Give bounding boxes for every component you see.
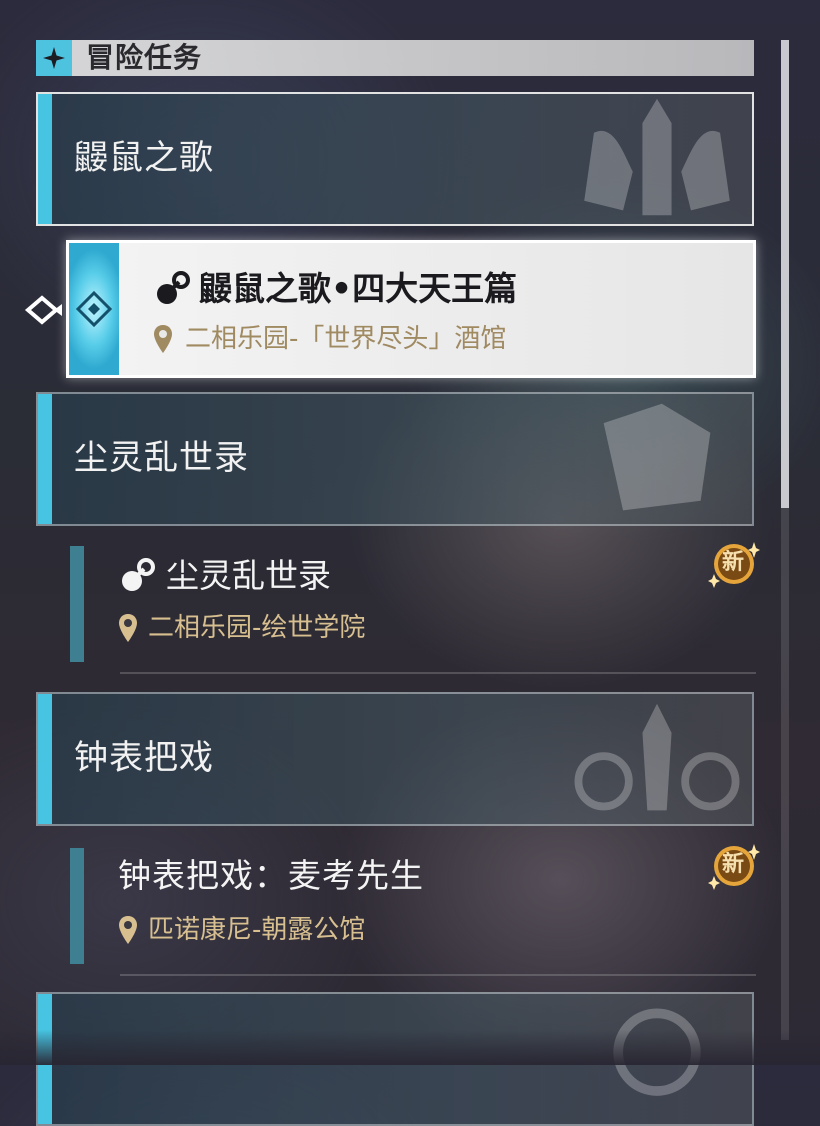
quest-accent-bar (70, 546, 84, 662)
category-accent-bar (38, 394, 52, 524)
category-header-dust-chronicle[interactable]: 尘灵乱世录 (36, 392, 754, 526)
divider (120, 672, 756, 674)
location-pin-icon (154, 325, 172, 353)
quest-accent-bar (70, 848, 84, 964)
diamond-icon (75, 290, 113, 328)
new-badge: 新 (708, 842, 760, 890)
active-quest-location-row: 二相乐园-「世界尽头」酒馆 (153, 323, 506, 355)
emblem-icon (603, 403, 711, 511)
category-accent-bar (38, 694, 52, 824)
emblem-icon (584, 98, 730, 216)
category-header-mole-song[interactable]: 鼹鼠之歌 (36, 92, 754, 226)
active-quest-card[interactable]: 鼹鼠之歌•四大天王篇 二相乐园-「世界尽头」酒馆 (66, 240, 756, 378)
quest-type-icon (122, 558, 155, 591)
active-quest-title-row: 鼹鼠之歌•四大天王篇 (153, 269, 517, 309)
badge-label: 新 (722, 852, 745, 877)
category-title: 钟表把戏 (74, 738, 214, 778)
location-pin-icon (119, 614, 137, 642)
category-header-clockwork-trick[interactable]: 钟表把戏 (36, 692, 754, 826)
list-fade-overlay (0, 1030, 820, 1065)
quest-location: 匹诺康尼-朝露公馆 (148, 915, 366, 945)
category-accent-bar (38, 94, 52, 224)
quest-item-clockwork-mccoy[interactable]: 钟表把戏：麦考先生 匹诺康尼-朝露公馆 新 (60, 834, 760, 976)
quest-title: 钟表把戏：麦考先生 (118, 856, 424, 895)
active-quest-location: 二相乐园-「世界尽头」酒馆 (185, 324, 507, 354)
selection-pointer-icon (24, 295, 62, 325)
quest-type-icon (157, 271, 190, 304)
quest-item-dust-chronicle[interactable]: 尘灵乱世录 二相乐园-绘世学院 新 (60, 532, 760, 674)
emblem-icon (574, 703, 740, 811)
category-title: 尘灵乱世录 (74, 438, 249, 478)
category-title: 鼹鼠之歌 (74, 138, 214, 178)
quest-location: 二相乐园-绘世学院 (148, 613, 366, 643)
section-title: 冒险任务 (86, 41, 203, 74)
quest-location-row: 二相乐园-绘世学院 (118, 612, 365, 644)
four-point-star-icon (36, 40, 72, 76)
quest-location-row: 匹诺康尼-朝露公馆 (118, 914, 365, 946)
divider (120, 974, 756, 976)
active-quest-title: 鼹鼠之歌•四大天王篇 (199, 269, 518, 308)
quest-title: 尘灵乱世录 (166, 556, 331, 595)
quest-title-row: 尘灵乱世录 (118, 556, 331, 596)
location-pin-icon (119, 916, 137, 944)
new-badge: 新 (708, 540, 760, 588)
scrollbar-thumb[interactable] (781, 40, 789, 508)
badge-label: 新 (722, 550, 745, 575)
section-header: 冒险任务 (36, 40, 754, 76)
quest-thumbnail (69, 243, 119, 375)
